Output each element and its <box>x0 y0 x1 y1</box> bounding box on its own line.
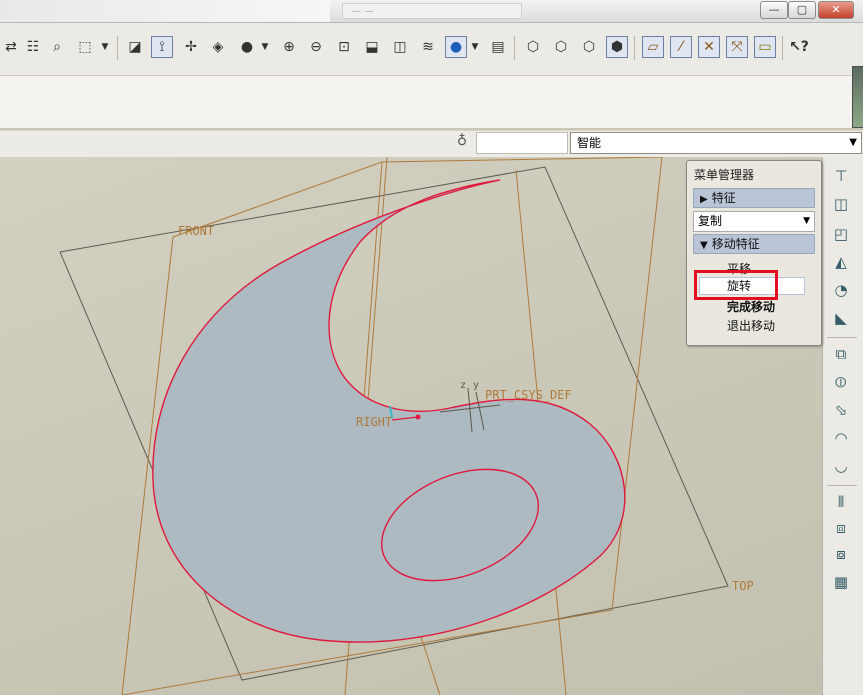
annotation-highlight-box <box>694 270 778 300</box>
whats-this-icon[interactable]: ↖? <box>788 36 810 58</box>
shading-icon[interactable]: ◈ <box>207 36 229 58</box>
datum-label-top: TOP <box>732 579 754 593</box>
datum-label-right: RIGHT <box>356 415 392 429</box>
address-field-blurred: — — <box>342 3 522 19</box>
copy-option-value: 复制 <box>698 214 723 228</box>
orient-icon[interactable]: ⬓ <box>361 36 383 58</box>
annotation-icon[interactable]: ▭ <box>754 36 776 58</box>
sketch-region <box>152 179 626 643</box>
no-hidden-icon[interactable]: ⬡ <box>578 36 600 58</box>
pattern-tool-icon[interactable]: ▦ <box>829 571 853 593</box>
menu-manager-panel: 菜单管理器 ▶ 特征 复制 ▼ ▼ 移动特征 平移 旋转 完成移动 退出移动 <box>686 160 822 346</box>
csys-label-y: y <box>473 380 479 391</box>
extrude-tool-icon[interactable]: ◭ <box>829 251 853 273</box>
toolbar-separator <box>634 36 635 60</box>
message-area <box>0 76 863 128</box>
hole-tool-icon[interactable]: ⧉ <box>829 343 853 365</box>
datum-plane-tool-icon[interactable]: ⊤ <box>829 165 853 187</box>
trim-tool-icon[interactable]: ⧇ <box>829 543 853 565</box>
selection-filter-value: 智能 <box>577 136 602 150</box>
collapsed-triangle-icon: ▶ <box>700 194 708 205</box>
move-feature-section-header[interactable]: ▼ 移动特征 <box>693 234 815 254</box>
merge-tool-icon[interactable]: ⧈ <box>829 517 853 539</box>
status-gauge <box>852 66 863 128</box>
datum-axis-icon[interactable]: ⟟ <box>151 36 173 58</box>
feature-section-header[interactable]: ▶ 特征 <box>693 188 815 208</box>
right-marker-dot <box>415 414 421 420</box>
menu-item-done-move[interactable]: 完成移动 <box>727 298 775 315</box>
regen-manager-icon[interactable]: ☷ <box>22 36 44 58</box>
appearance-icon[interactable]: ● <box>236 36 258 58</box>
smart-select-icon[interactable]: ♁ <box>451 133 473 153</box>
csys-label-z: z <box>460 380 466 391</box>
saved-views-icon[interactable]: ◫ <box>389 36 411 58</box>
zoom-out-icon[interactable]: ⊖ <box>305 36 327 58</box>
toolbar-separator <box>782 36 783 60</box>
wireframe-icon[interactable]: ⬡ <box>522 36 544 58</box>
datum-planes-icon[interactable]: ▱ <box>642 36 664 58</box>
filter-blank-field <box>476 132 568 154</box>
toolbar-separator <box>827 485 857 486</box>
draft-tool-icon[interactable]: ◠ <box>829 427 853 449</box>
toolbar-separator <box>117 36 118 60</box>
feature-toolbar: ⊤ ◫ ◰ ◭ ◔ ◣ ⧉ ⦶ ⬂ ◠ ◡ ⫴ ⧈ ⧇ ▦ <box>822 157 863 695</box>
toolbar-separator <box>827 337 857 338</box>
revolve-tool-icon[interactable]: ◔ <box>829 279 853 301</box>
copy-option-select[interactable]: 复制 ▼ <box>693 211 815 232</box>
sketch-tool-icon[interactable]: ◰ <box>829 223 853 245</box>
shell-tool-icon[interactable]: ⦶ <box>829 371 853 393</box>
round-tool-icon[interactable]: ◡ <box>829 455 853 477</box>
selection-filter-select[interactable]: 智能 ▼ <box>570 132 862 154</box>
view-dropdown-icon[interactable]: ▼ <box>468 36 482 58</box>
move-feature-section-label: 移动特征 <box>711 237 760 251</box>
spin-center-icon[interactable]: ✢ <box>180 36 202 58</box>
refit-icon[interactable]: ⊡ <box>333 36 355 58</box>
csys-icon[interactable]: ⤧ <box>726 36 748 58</box>
display-style-icon[interactable]: ▤ <box>487 36 509 58</box>
datum-axis-tool-icon[interactable]: ◫ <box>829 193 853 215</box>
window-title-blurred <box>0 0 330 22</box>
datum-label-front: FRONT <box>178 224 214 238</box>
toolbar-separator <box>514 36 515 60</box>
chevron-down-icon: ▼ <box>803 216 810 226</box>
appearance-dropdown-icon[interactable]: ▼ <box>258 36 272 58</box>
mirror-tool-icon[interactable]: ⫴ <box>829 491 853 513</box>
find-icon[interactable]: ⌕ <box>46 36 68 58</box>
maximize-button[interactable]: ▢ <box>788 1 816 19</box>
zoom-in-icon[interactable]: ⊕ <box>278 36 300 58</box>
hidden-line-icon[interactable]: ⬡ <box>550 36 572 58</box>
close-button[interactable]: ✕ <box>818 1 854 19</box>
expanded-triangle-icon: ▼ <box>700 240 708 251</box>
sketch-view-icon[interactable]: ◪ <box>124 36 146 58</box>
dropdown-icon[interactable]: ▼ <box>98 36 112 58</box>
rib-tool-icon[interactable]: ⬂ <box>829 399 853 421</box>
csys-label: PRT_CSYS_DEF <box>485 388 572 402</box>
view-manager-icon[interactable]: ● <box>445 36 467 58</box>
select-box-icon[interactable]: ⬚ <box>74 36 96 58</box>
shaded-icon[interactable]: ⬢ <box>606 36 628 58</box>
main-toolbar: ⇄ ☷ ⌕ ⬚ ▼ ◪ ⟟ ✢ ◈ ● ▼ ⊕ ⊖ ⊡ ⬓ ◫ ≋ ● ▼ ▤ … <box>0 23 863 76</box>
sweep-tool-icon[interactable]: ◣ <box>829 307 853 329</box>
window-titlebar: — — — ▢ ✕ <box>0 0 863 23</box>
chevron-down-icon: ▼ <box>849 137 857 148</box>
feature-section-label: 特征 <box>711 191 736 205</box>
datum-points-icon[interactable]: ✕ <box>698 36 720 58</box>
datum-axes-icon[interactable]: ⁄ <box>670 36 692 58</box>
layers-icon[interactable]: ≋ <box>417 36 439 58</box>
regen-icon[interactable]: ⇄ <box>0 36 22 58</box>
menu-item-quit-move[interactable]: 退出移动 <box>727 317 775 334</box>
menu-manager-title: 菜单管理器 <box>694 168 755 182</box>
minimize-button[interactable]: — <box>760 1 788 19</box>
